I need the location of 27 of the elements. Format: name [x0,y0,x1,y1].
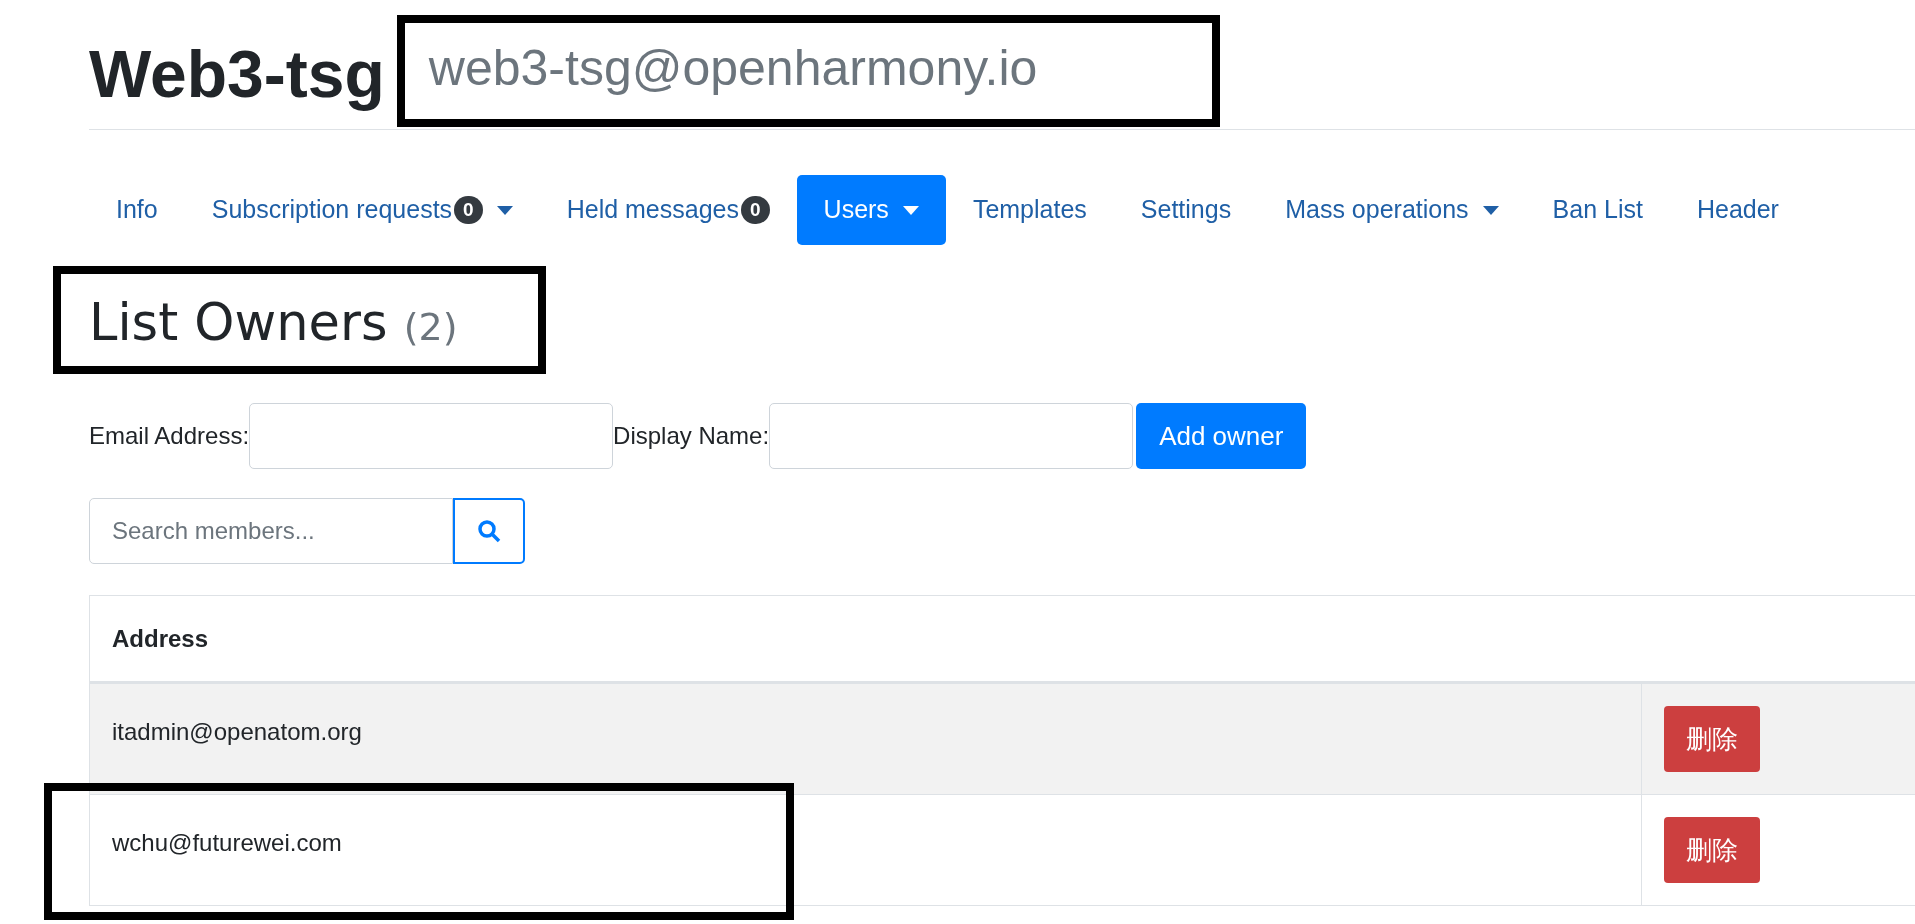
search-field[interactable]: Search members... [89,498,453,564]
nav-tab[interactable]: Header [1669,175,1806,245]
nav-tab[interactable]: Settings [1113,175,1259,245]
nav-tab[interactable]: Users [796,175,946,245]
owner-count: (2) [403,305,458,349]
nav-tab[interactable]: Subscription requests 0 [184,175,540,245]
nav-tab[interactable]: Held messages 0 [539,175,797,245]
search-button[interactable] [453,498,525,564]
nav-tab[interactable]: Info [89,175,185,245]
table-cell: wchu@futurewei.com [112,829,342,856]
delete-button[interactable]: 删除 [1664,817,1760,883]
display-name-input[interactable] [769,403,1134,469]
count-badge: 0 [741,196,770,224]
nav-tab[interactable]: Templates [945,175,1114,245]
nav-tab[interactable]: Mass operations [1258,175,1526,245]
table-cell: itadmin@openatom.org [112,718,362,745]
list-address: web3-tsg@openharmony.io [428,43,1038,93]
search-icon [477,519,501,543]
email-input[interactable] [249,403,614,469]
delete-button[interactable]: 删除 [1664,706,1760,772]
count-badge: 0 [454,196,483,224]
column-header: Address [112,623,209,654]
section-heading: List Owners (2) [89,297,459,348]
nav-tab[interactable]: Ban List [1525,175,1670,245]
field-label: Display Name: [613,421,770,451]
add-owner-button[interactable]: Add owner [1136,403,1307,469]
field-label: Email Address: [89,421,250,451]
